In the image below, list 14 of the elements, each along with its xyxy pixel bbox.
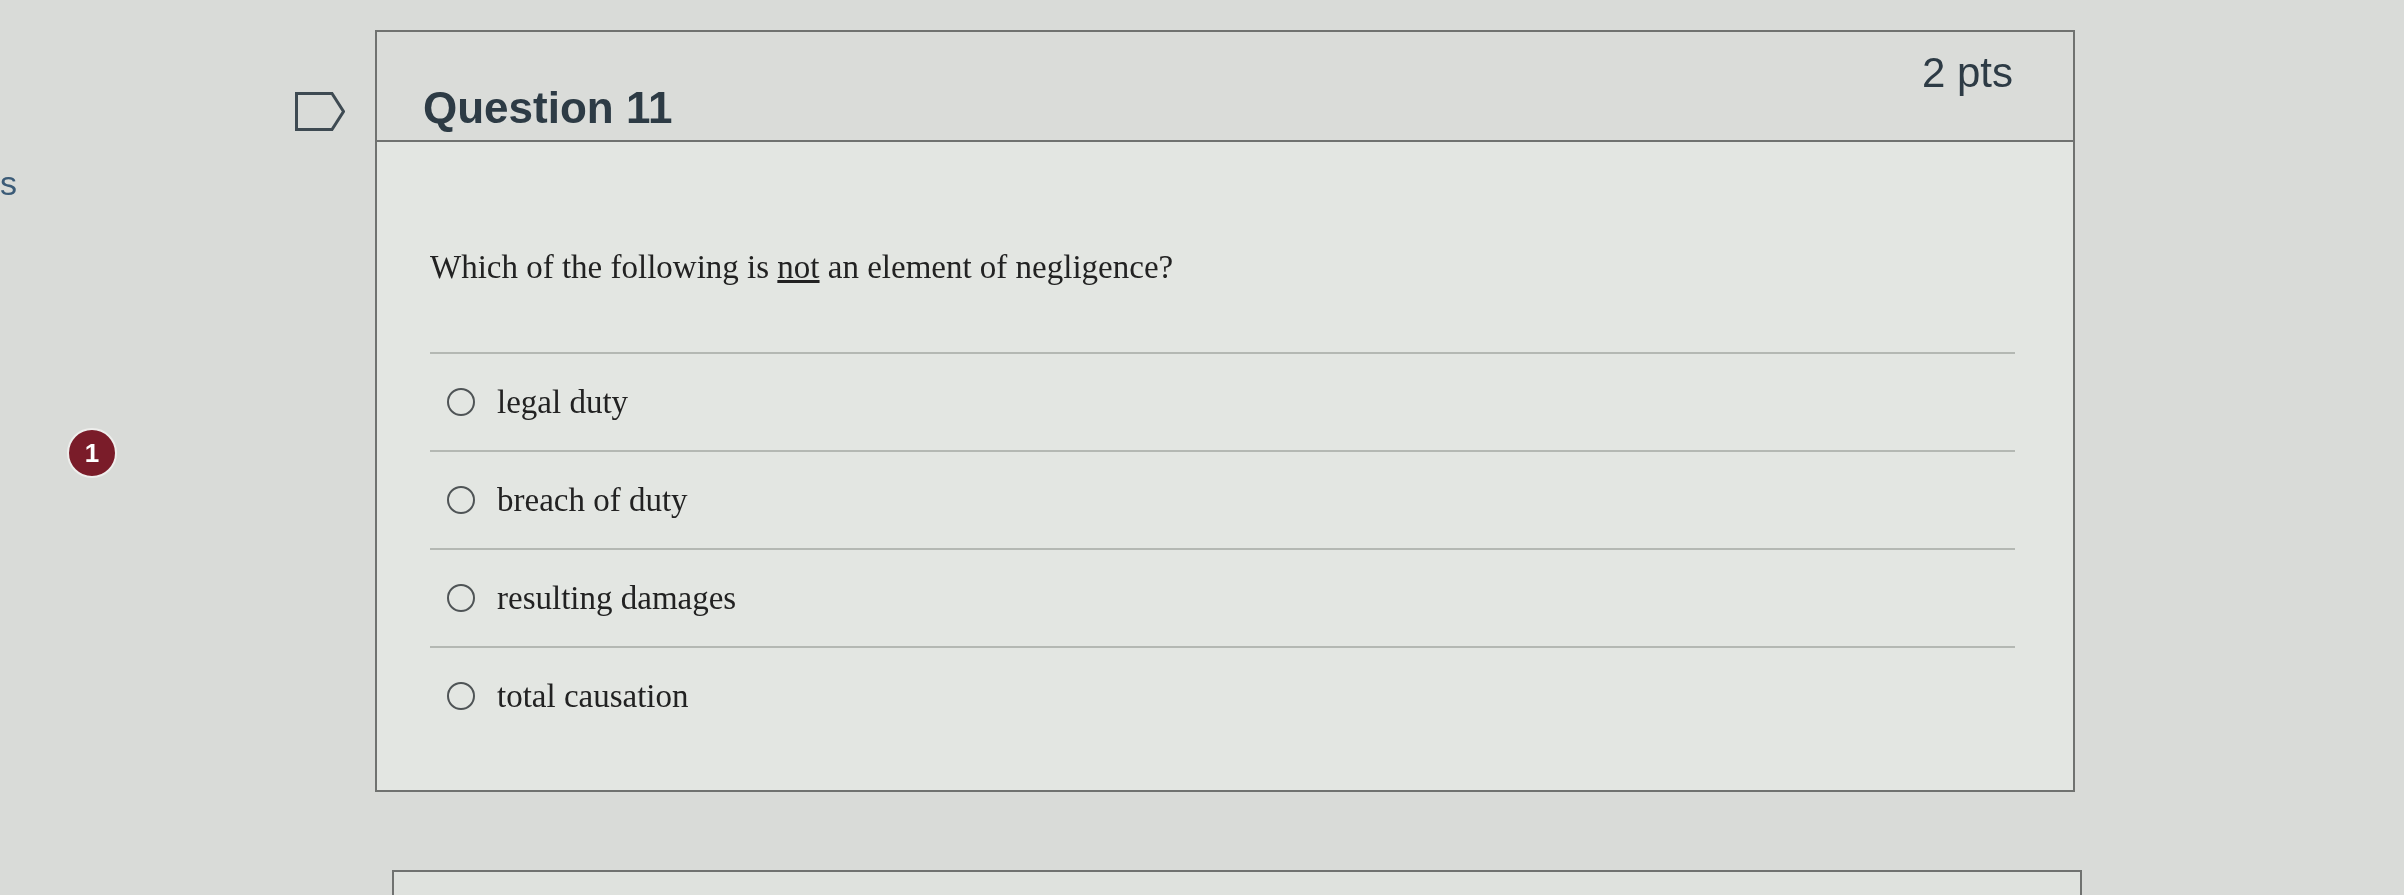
sidebar-text: s [0,165,17,201]
question-text: Which of the following is not an element of negligence? [430,248,1174,287]
answer-label[interactable]: breach of duty [497,478,688,522]
radio-button[interactable] [447,388,475,416]
answer-label[interactable]: total causation [497,674,689,718]
radio-button[interactable] [447,682,475,710]
radio-button[interactable] [447,486,475,514]
answer-label[interactable]: legal duty [497,380,629,424]
question-title: Question 11 [423,82,673,134]
answer-label[interactable]: resulting damages [497,576,737,620]
radio-button[interactable] [447,584,475,612]
count-badge: 1 [67,428,117,478]
points-label: 2 pts [1921,48,2013,98]
flag-icon[interactable] [295,92,345,131]
